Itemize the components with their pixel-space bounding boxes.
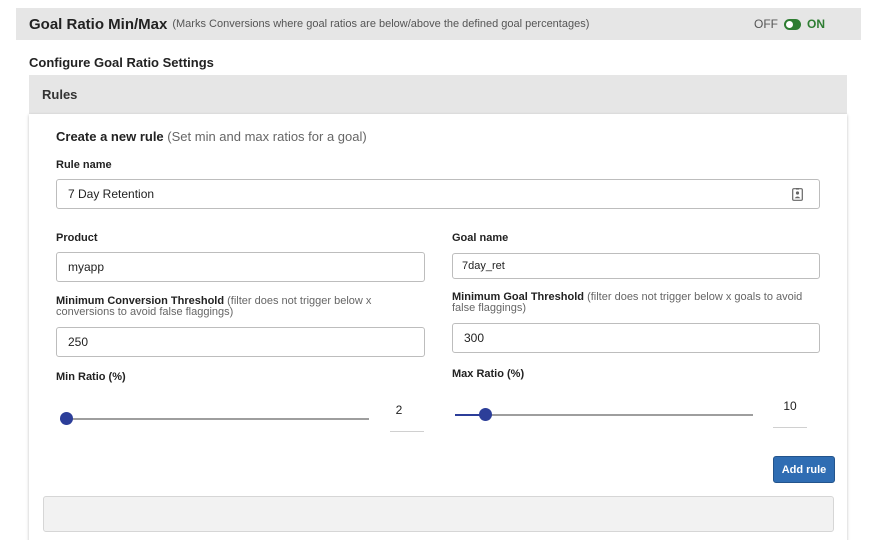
min-conversion-threshold-value: 250 bbox=[68, 335, 89, 349]
min-ratio-track[interactable] bbox=[60, 418, 369, 420]
min-goal-threshold-input[interactable]: 300 bbox=[452, 323, 820, 353]
toggle-knob bbox=[786, 20, 793, 28]
rule-name-input[interactable]: 7 Day Retention bbox=[56, 179, 820, 209]
min-conversion-threshold-input[interactable]: 250 bbox=[56, 327, 425, 357]
min-ratio-value-underline bbox=[390, 431, 424, 432]
max-ratio-thumb[interactable] bbox=[479, 408, 492, 421]
max-ratio-track[interactable] bbox=[455, 414, 753, 416]
product-input[interactable]: myapp bbox=[56, 252, 425, 282]
goal-ratio-header: Goal Ratio Min/Max (Marks Conversions wh… bbox=[16, 8, 861, 40]
card-title-text: Create a new rule bbox=[56, 129, 164, 144]
goal-name-input[interactable]: 7day_ret bbox=[452, 253, 820, 279]
product-label: Product bbox=[56, 232, 98, 244]
rule-name-label: Rule name bbox=[56, 159, 112, 171]
feature-description: (Marks Conversions where goal ratios are… bbox=[172, 18, 590, 30]
rules-list-panel bbox=[43, 496, 834, 532]
card-title: Create a new rule (Set min and max ratio… bbox=[56, 129, 367, 144]
rules-tab[interactable]: Rules bbox=[29, 75, 847, 114]
max-ratio-value[interactable]: 10 bbox=[773, 399, 807, 413]
feature-title: Goal Ratio Min/Max bbox=[29, 15, 168, 33]
toggle-switch[interactable] bbox=[784, 18, 801, 30]
min-goal-threshold-value: 300 bbox=[464, 331, 485, 345]
min-ratio-thumb[interactable] bbox=[60, 412, 73, 425]
card-subtitle: (Set min and max ratios for a goal) bbox=[167, 129, 367, 144]
goal-name-label: Goal name bbox=[452, 232, 509, 244]
feature-toggle[interactable]: OFF ON bbox=[754, 17, 825, 31]
goal-name-value: 7day_ret bbox=[462, 260, 505, 272]
min-conversion-threshold-label: Minimum Conversion Threshold (filter doe… bbox=[56, 296, 428, 318]
add-rule-button[interactable]: Add rule bbox=[773, 456, 835, 483]
rule-name-value: 7 Day Retention bbox=[68, 187, 155, 201]
rules-tab-label: Rules bbox=[42, 87, 78, 102]
max-ratio-value-underline bbox=[773, 427, 807, 428]
toggle-on-label[interactable]: ON bbox=[807, 17, 825, 31]
contact-badge-icon[interactable] bbox=[792, 188, 803, 201]
create-rule-card: Create a new rule (Set min and max ratio… bbox=[29, 114, 847, 540]
max-ratio-label: Max Ratio (%) bbox=[452, 368, 525, 380]
min-goal-threshold-label: Minimum Goal Threshold (filter does not … bbox=[452, 292, 822, 314]
min-ratio-label: Min Ratio (%) bbox=[56, 371, 126, 383]
product-value: myapp bbox=[68, 260, 105, 274]
toggle-off-label[interactable]: OFF bbox=[754, 17, 778, 31]
section-title: Configure Goal Ratio Settings bbox=[29, 55, 214, 70]
min-ratio-value[interactable]: 2 bbox=[382, 403, 416, 417]
